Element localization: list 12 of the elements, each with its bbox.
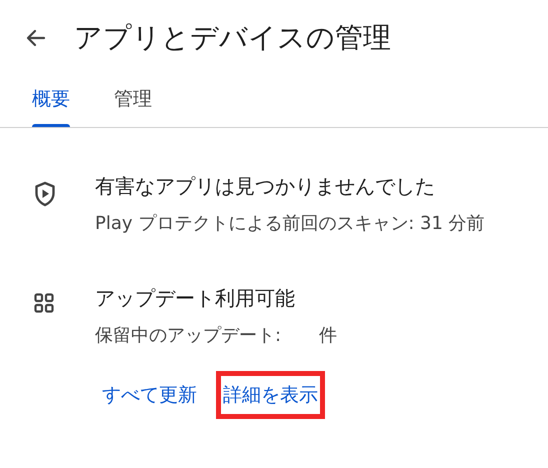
status-text: 保留中のアップデート:: [95, 324, 282, 348]
shield-play-icon: [34, 181, 56, 207]
status-text: 件: [319, 324, 338, 348]
link[interactable]: 詳細を表示: [216, 371, 325, 419]
section-title: アップデート利用可能: [95, 285, 296, 312]
grid-icon: [34, 293, 54, 313]
section-title: 有害なアプリは見つかりませんでした: [95, 173, 436, 200]
page-title: アプリとデバイスの管理: [74, 20, 391, 56]
tab[interactable]: 管理: [114, 86, 152, 127]
link[interactable]: すべて更新: [95, 371, 204, 419]
tab[interactable]: 概要: [32, 86, 70, 127]
status-text: Play プロテクトによる前回のスキャン: 31 分前: [95, 212, 485, 236]
